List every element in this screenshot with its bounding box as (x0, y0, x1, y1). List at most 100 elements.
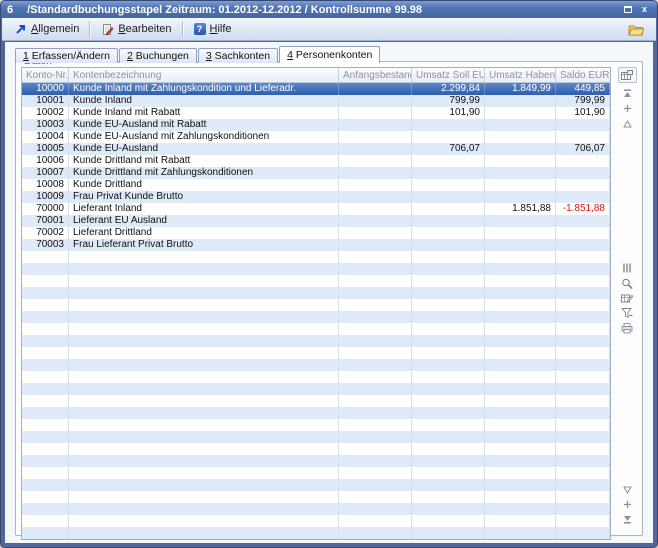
table-row[interactable]: 10007Kunde Drittland mit Zahlungskonditi… (22, 167, 610, 179)
tab-buchungen[interactable]: 2 Buchungen (119, 48, 197, 63)
cell-umsatz-haben (485, 119, 556, 131)
edit-grid-button[interactable] (619, 292, 635, 305)
tab-personenkonten[interactable]: 4 Personenkonten (279, 46, 380, 63)
table-row-empty[interactable] (22, 275, 610, 287)
restore-button[interactable] (621, 4, 634, 16)
cell-anfangsbestand (339, 407, 412, 419)
table-row-empty[interactable] (22, 359, 610, 371)
cell-konto-nr: 70002 (22, 227, 69, 239)
table-row[interactable]: 10005Kunde EU-Ausland706,07706,07 (22, 143, 610, 155)
table-row-empty[interactable] (22, 287, 610, 299)
table-row-empty[interactable] (22, 443, 610, 455)
table-row-empty[interactable] (22, 467, 610, 479)
scroll-first-row-icon (623, 89, 632, 98)
table-row-empty[interactable] (22, 407, 610, 419)
table-row-empty[interactable] (22, 431, 610, 443)
table-row-empty[interactable] (22, 251, 610, 263)
column-header-saldo[interactable]: Saldo EUR (556, 68, 610, 82)
scroll-up-marker[interactable] (619, 102, 635, 115)
table-row-empty[interactable] (22, 299, 610, 311)
cell-umsatz-soll: 2.299,84 (412, 83, 485, 95)
table-row-empty[interactable] (22, 515, 610, 527)
table-row[interactable]: 10003Kunde EU-Ausland mit Rabatt (22, 119, 610, 131)
cell-umsatz-haben (485, 371, 556, 383)
cell-anfangsbestand (339, 95, 412, 107)
scroll-last-row-button[interactable] (619, 513, 635, 526)
cell-umsatz-soll (412, 371, 485, 383)
cell-kontenbezeichnung (69, 455, 339, 467)
menu-bearbeiten[interactable]: Bearbeiten (95, 21, 177, 38)
cell-anfangsbestand (339, 167, 412, 179)
cell-umsatz-soll (412, 119, 485, 131)
search-button[interactable] (619, 277, 635, 290)
cell-kontenbezeichnung: Kunde Drittland mit Zahlungskonditionen (69, 167, 339, 179)
cell-anfangsbestand (339, 419, 412, 431)
cell-kontenbezeichnung (69, 359, 339, 371)
table-row-empty[interactable] (22, 311, 610, 323)
cell-konto-nr (22, 491, 69, 503)
table-row[interactable]: 10004Kunde EU-Ausland mit Zahlungskondit… (22, 131, 610, 143)
table-row-empty[interactable] (22, 371, 610, 383)
menu-hilfe[interactable]: ? Hilfe (188, 21, 238, 37)
tab-label: 4 Personenkonten (287, 49, 372, 61)
table-row[interactable]: 10006Kunde Drittland mit Rabatt (22, 155, 610, 167)
cell-konto-nr (22, 251, 69, 263)
cell-umsatz-soll (412, 227, 485, 239)
table-row-empty[interactable] (22, 527, 610, 539)
close-button[interactable]: x (638, 4, 651, 16)
scroll-up-button[interactable] (619, 117, 635, 130)
table-row[interactable]: 70003Frau Lieferant Privat Brutto (22, 239, 610, 251)
table-row[interactable]: 10000Kunde Inland mit Zahlungskondition … (22, 83, 610, 95)
table-row-empty[interactable] (22, 455, 610, 467)
table-row[interactable]: 10001Kunde Inland799,99799,99 (22, 95, 610, 107)
table-row[interactable]: 70000Lieferant Inland1.851,88-1.851,88 (22, 203, 610, 215)
titlebar[interactable]: 6 /Standardbuchungsstapel Zeitraum: 01.2… (1, 1, 657, 18)
scroll-first-row-button[interactable] (619, 87, 635, 100)
cell-saldo (556, 491, 610, 503)
table-row-empty[interactable] (22, 491, 610, 503)
cell-umsatz-soll (412, 263, 485, 275)
cell-kontenbezeichnung: Kunde Inland (69, 95, 339, 107)
table-row-empty[interactable] (22, 347, 610, 359)
cell-umsatz-haben (485, 107, 556, 119)
cell-saldo (556, 323, 610, 335)
print-button[interactable] (619, 322, 635, 335)
cell-saldo (556, 383, 610, 395)
cell-saldo (556, 227, 610, 239)
scroll-up-icon (623, 120, 632, 128)
column-header-kontenbezeichnung[interactable]: Kontenbezeichnung (69, 68, 339, 82)
cell-saldo (556, 275, 610, 287)
cell-umsatz-soll (412, 431, 485, 443)
column-header-konto-nr[interactable]: Konto-Nr. ▼ (22, 68, 69, 82)
column-header-umsatz-soll[interactable]: Umsatz Soll EUR (412, 68, 485, 82)
table-row[interactable]: 10009Frau Privat Kunde Brutto (22, 191, 610, 203)
column-chooser-button[interactable] (618, 67, 637, 83)
table-row-empty[interactable] (22, 263, 610, 275)
cell-umsatz-haben (485, 191, 556, 203)
table-row-empty[interactable] (22, 383, 610, 395)
menu-allgemein[interactable]: Allgemein (8, 21, 85, 38)
table-row-empty[interactable] (22, 323, 610, 335)
scroll-down-button[interactable] (619, 483, 635, 496)
column-header-umsatz-haben[interactable]: Umsatz Haben EUR (485, 68, 556, 82)
table-row[interactable]: 10002Kunde Inland mit Rabatt101,90101,90 (22, 107, 610, 119)
tab-erfassen-aendern[interactable]: 1 Erfassen/Ändern (15, 48, 118, 63)
table-row[interactable]: 10008Kunde Drittland (22, 179, 610, 191)
cell-konto-nr: 10005 (22, 143, 69, 155)
cell-umsatz-haben (485, 239, 556, 251)
table-row-empty[interactable] (22, 479, 610, 491)
table-row-empty[interactable] (22, 419, 610, 431)
resize-columns-button[interactable] (619, 262, 635, 275)
column-header-anfangsbestand[interactable]: Anfangsbestand EUR (339, 68, 412, 82)
table-row[interactable]: 70001Lieferant EU Ausland (22, 215, 610, 227)
table-row-empty[interactable] (22, 395, 610, 407)
table-row-empty[interactable] (22, 335, 610, 347)
filter-button[interactable] (619, 307, 635, 320)
open-folder-button[interactable] (622, 21, 650, 38)
scroll-last-row-icon (623, 515, 632, 524)
table-row[interactable]: 70002Lieferant Drittland (22, 227, 610, 239)
table-row-empty[interactable] (22, 503, 610, 515)
cell-anfangsbestand (339, 299, 412, 311)
tab-sachkonten[interactable]: 3 Sachkonten (198, 48, 278, 63)
scroll-down-marker[interactable] (619, 498, 635, 511)
